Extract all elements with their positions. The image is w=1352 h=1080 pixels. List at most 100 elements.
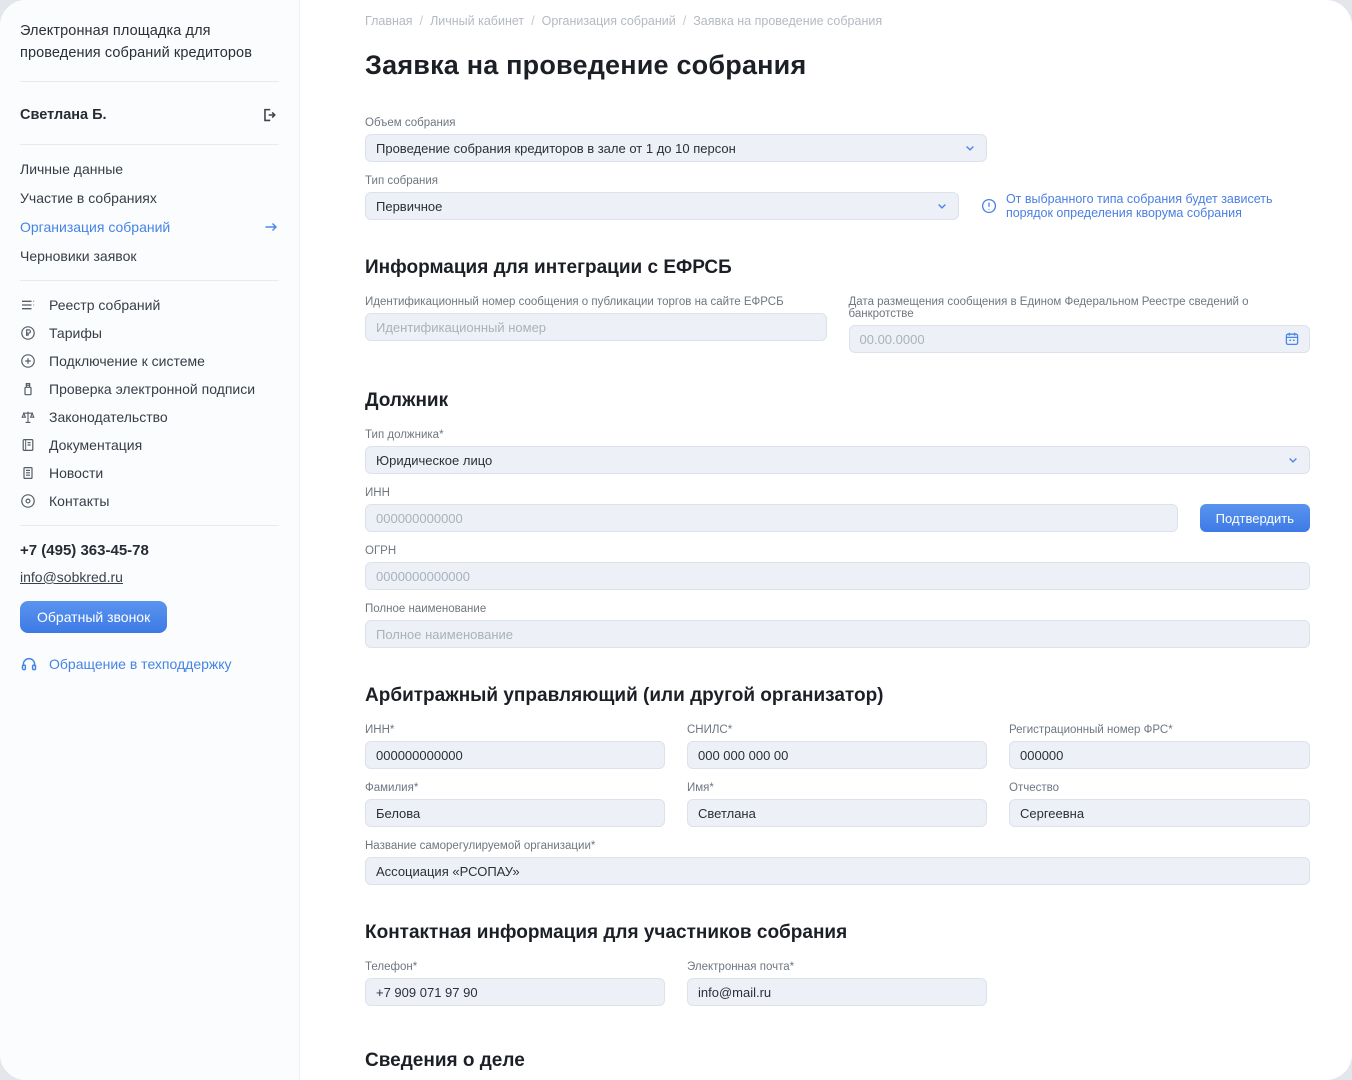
support-phone: +7 (495) 363-45-78	[20, 542, 279, 559]
manager-inn-input[interactable]	[365, 741, 665, 769]
arrow-right-icon	[263, 219, 279, 235]
debtor-inn-label: ИНН	[365, 487, 1310, 499]
manager-inn-label: ИНН*	[365, 724, 665, 736]
meeting-volume-label: Объем собрания	[365, 117, 1310, 129]
sidebar-item-contacts[interactable]: Контакты	[20, 493, 279, 509]
debtor-inn-group: ИНН Подтвердить	[365, 487, 1310, 532]
manager-lastname-group: Фамилия*	[365, 782, 665, 827]
contact-phone-input[interactable]	[365, 978, 665, 1006]
user-name: Светлана Б.	[20, 107, 107, 123]
sidebar-item-meeting-organization[interactable]: Организация собраний	[20, 219, 279, 235]
breadcrumb-home[interactable]: Главная	[365, 14, 423, 28]
debtor-ogrn-label: ОГРН	[365, 545, 1310, 557]
section-contacts-heading: Контактная информация для участников соб…	[365, 922, 1310, 944]
chevron-down-icon	[1287, 454, 1299, 466]
meeting-type-select[interactable]: Первичное	[365, 192, 959, 220]
manager-frs-input[interactable]	[1009, 741, 1310, 769]
manager-sro-label: Название саморегулируемой организации*	[365, 840, 1310, 852]
manager-firstname-input[interactable]	[687, 799, 987, 827]
divider	[20, 525, 279, 526]
support-link[interactable]: Обращение в техподдержку	[20, 655, 279, 673]
efrsb-row: Идентификационный номер сообщения о публ…	[365, 296, 1310, 353]
manager-row-2: Фамилия* Имя* Отчество	[365, 782, 1310, 827]
meeting-type-hint: От выбранного типа собрания будет зависе…	[981, 192, 1310, 220]
chevron-down-icon	[964, 142, 976, 154]
manager-snils-label: СНИЛС*	[687, 724, 987, 736]
manager-sro-input[interactable]	[365, 857, 1310, 885]
manager-middlename-label: Отчество	[1009, 782, 1310, 794]
contact-email-label: Электронная почта*	[687, 961, 987, 973]
contact-email-group: Электронная почта*	[687, 961, 987, 1006]
debtor-type-group: Тип должника* Юридическое лицо	[365, 429, 1310, 474]
efrsb-date-label: Дата размещения сообщения в Едином Федер…	[849, 296, 1311, 320]
manager-frs-group: Регистрационный номер ФРС*	[1009, 724, 1310, 769]
manager-firstname-group: Имя*	[687, 782, 987, 827]
sidebar-item-tariffs[interactable]: Тарифы	[20, 325, 279, 341]
sidebar-item-personal-data[interactable]: Личные данные	[20, 161, 279, 177]
logout-icon	[259, 106, 277, 124]
manager-snils-group: СНИЛС*	[687, 724, 987, 769]
section-debtor-heading: Должник	[365, 390, 1310, 412]
manager-middlename-group: Отчество	[1009, 782, 1310, 827]
divider	[20, 280, 279, 281]
meeting-type-group: Тип собрания Первичное От выбранного тип…	[365, 175, 1310, 220]
sidebar-item-participation[interactable]: Участие в собраниях	[20, 190, 279, 206]
debtor-ogrn-input[interactable]	[365, 562, 1310, 590]
breadcrumb-organization[interactable]: Организация собраний	[542, 14, 687, 28]
debtor-type-label: Тип должника*	[365, 429, 1310, 441]
sidebar-item-drafts[interactable]: Черновики заявок	[20, 248, 279, 264]
confirm-inn-button[interactable]: Подтвердить	[1200, 504, 1310, 532]
contact-email-input[interactable]	[687, 978, 987, 1006]
manager-firstname-label: Имя*	[687, 782, 987, 794]
breadcrumb: Главная Личный кабинет Организация собра…	[365, 14, 1310, 28]
meeting-volume-select[interactable]: Проведение собрания кредиторов в зале от…	[365, 134, 987, 162]
news-icon	[20, 465, 36, 481]
app-card: Электронная площадка для проведения собр…	[0, 0, 1352, 1080]
registry-icon	[20, 297, 36, 313]
efrsb-id-label: Идентификационный номер сообщения о публ…	[365, 296, 827, 308]
debtor-fullname-label: Полное наименование	[365, 603, 1310, 615]
documentation-icon	[20, 437, 36, 453]
manager-row-1: ИНН* СНИЛС* Регистрационный номер ФРС*	[365, 724, 1310, 769]
breadcrumb-current: Заявка на проведение собрания	[693, 14, 882, 28]
divider	[20, 144, 279, 145]
contact-phone-label: Телефон*	[365, 961, 665, 973]
efrsb-id-group: Идентификационный номер сообщения о публ…	[365, 296, 827, 353]
tariffs-icon	[20, 325, 36, 341]
debtor-type-select[interactable]: Юридическое лицо	[365, 446, 1310, 474]
meeting-volume-group: Объем собрания Проведение собрания креди…	[365, 117, 1310, 162]
sidebar-item-signature-check[interactable]: Проверка электронной подписи	[20, 381, 279, 397]
callback-button[interactable]: Обратный звонок	[20, 601, 167, 633]
sidebar-item-documentation[interactable]: Документация	[20, 437, 279, 453]
user-row: Светлана Б.	[20, 98, 279, 128]
contacts-row: Телефон* Электронная почта*	[365, 961, 1310, 1006]
sidebar-item-registry[interactable]: Реестр собраний	[20, 297, 279, 313]
efrsb-id-input[interactable]	[365, 313, 827, 341]
sidebar-item-connect[interactable]: Подключение к системе	[20, 353, 279, 369]
manager-middlename-input[interactable]	[1009, 799, 1310, 827]
debtor-fullname-group: Полное наименование	[365, 603, 1310, 648]
efrsb-date-group: Дата размещения сообщения в Едином Федер…	[849, 296, 1311, 353]
meeting-type-label: Тип собрания	[365, 175, 1310, 187]
manager-lastname-input[interactable]	[365, 799, 665, 827]
main-content: Главная Личный кабинет Организация собра…	[300, 0, 1352, 1080]
debtor-ogrn-group: ОГРН	[365, 545, 1310, 590]
debtor-inn-input[interactable]	[365, 504, 1178, 532]
manager-snils-input[interactable]	[687, 741, 987, 769]
manager-lastname-label: Фамилия*	[365, 782, 665, 794]
support-email-link[interactable]: info@sobkred.ru	[20, 569, 123, 585]
headset-icon	[20, 655, 38, 673]
breadcrumb-cabinet[interactable]: Личный кабинет	[430, 14, 535, 28]
sidebar: Электронная площадка для проведения собр…	[0, 0, 300, 1080]
info-icon	[981, 198, 997, 214]
logout-button[interactable]	[257, 104, 279, 126]
law-icon	[20, 409, 36, 425]
debtor-fullname-input[interactable]	[365, 620, 1310, 648]
manager-inn-group: ИНН*	[365, 724, 665, 769]
chevron-down-icon	[936, 200, 948, 212]
sidebar-item-law[interactable]: Законодательство	[20, 409, 279, 425]
calendar-icon[interactable]	[1284, 331, 1300, 347]
page-title: Заявка на проведение собрания	[365, 50, 1310, 81]
efrsb-date-input[interactable]	[849, 325, 1311, 353]
sidebar-item-news[interactable]: Новости	[20, 465, 279, 481]
